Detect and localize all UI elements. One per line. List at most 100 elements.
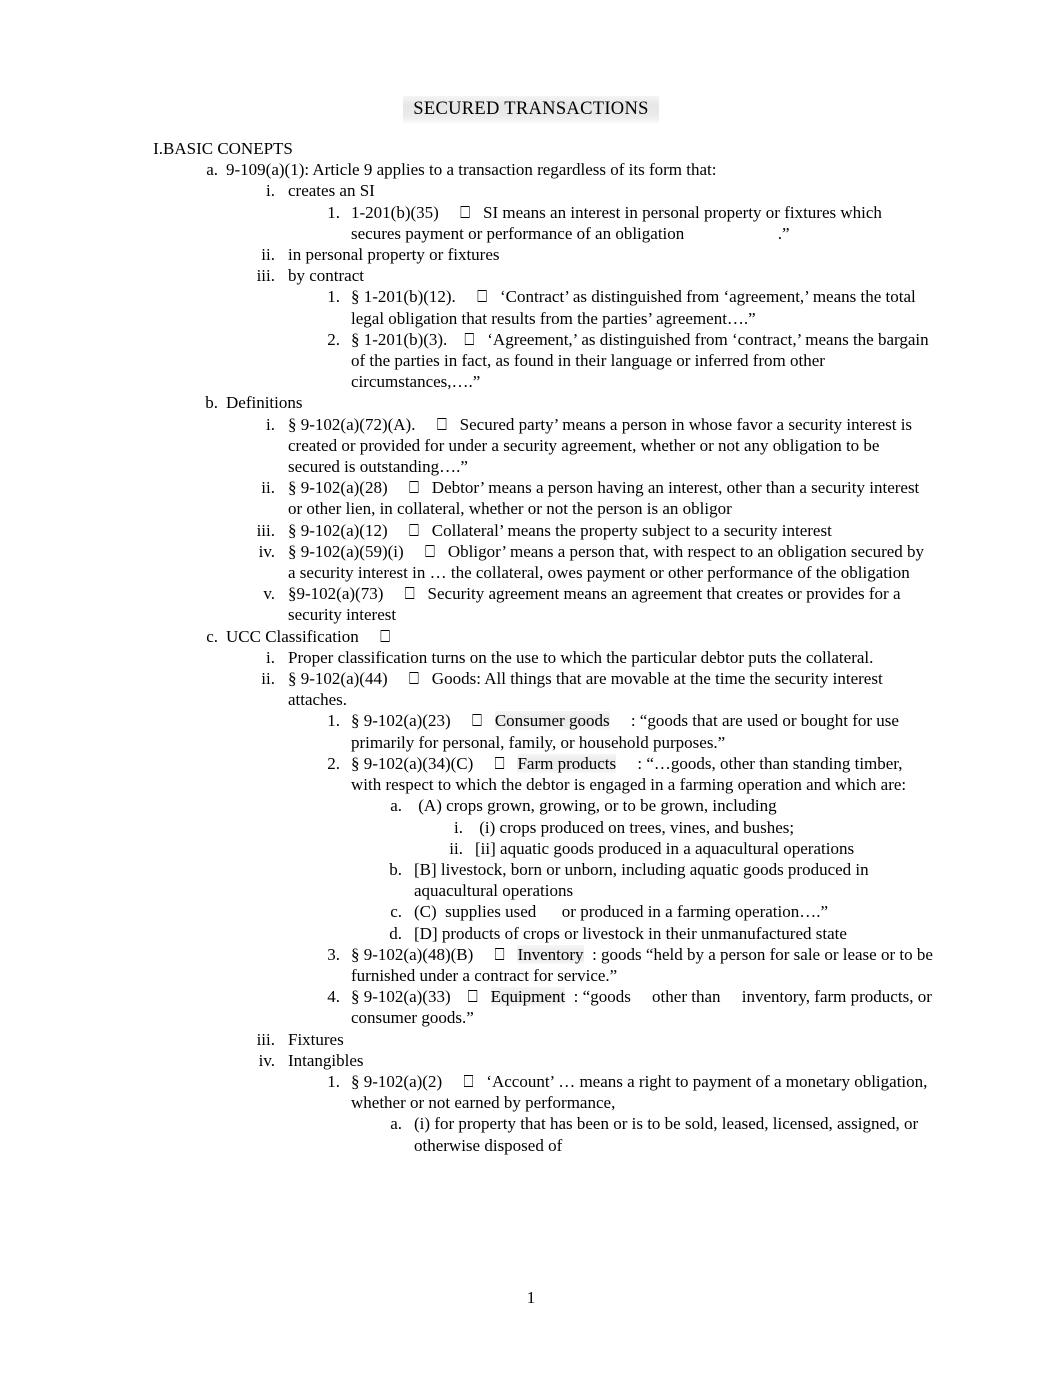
- outline-item-marker: i.: [266, 414, 275, 434]
- outline-item-text: [ii] aquatic goods produced in a aquacul…: [475, 838, 855, 858]
- outline-item-text: [B] livestock, born or unborn, including…: [414, 859, 873, 901]
- outline-item: ii. [ii] aquatic goods produced in a aqua…: [0, 838, 1062, 859]
- outline-item-marker: v.: [263, 584, 275, 604]
- outline-item-text: in personal property or fixtures: [288, 245, 500, 265]
- highlighted-term: Inventory: [517, 944, 584, 964]
- outline-item: a. (i) for property that has been or is t…: [0, 1113, 1062, 1155]
- outline-list: I. BASIC CONEPTS a. 9-109(a)(1): Article 9 …: [0, 138, 1062, 1156]
- outline-item-text: §9-102(a)(73) ⎕ Security agreement means…: [288, 584, 905, 625]
- outline-item-marker: 1.: [327, 711, 340, 731]
- outline-item: iii. Fixtures: [0, 1029, 1062, 1050]
- document-page: SECURED TRANSACTIONS I. BASIC CONEPTS a. 9-…: [0, 0, 1062, 1377]
- outline-item: iii. by contract: [0, 265, 1062, 286]
- outline-item-text: UCC Classification ⎕: [226, 626, 391, 646]
- outline-item-marker: iii.: [256, 520, 275, 540]
- outline-item-marker: ii.: [261, 478, 275, 498]
- outline-item-marker: c.: [390, 902, 402, 922]
- outline-item-marker: i.: [454, 817, 463, 837]
- outline-item: 2. § 1-201(b)(3). ⎕ ‘Agreement,’ as disti…: [0, 329, 1062, 393]
- outline-item-text: Intangibles: [288, 1050, 364, 1070]
- outline-item-text: § 9-102(a)(34)(C) ⎕ Farm products : “…go…: [340, 753, 936, 795]
- outline-item-text: § 9-102(a)(59)(i) ⎕ Obligor’ means a per…: [288, 541, 929, 583]
- outline-item-text: § 1-201(b)(3). ⎕ ‘Agreement,’ as disting…: [351, 329, 933, 392]
- outline-item: iv. § 9-102(a)(59)(i) ⎕ Obligor’ means a …: [0, 541, 1062, 583]
- outline-item-text: Definitions: [226, 393, 303, 413]
- page-title-text: SECURED TRANSACTIONS: [403, 96, 659, 123]
- highlighted-term: Equipment: [490, 987, 566, 1007]
- outline-item-marker: 2.: [327, 753, 340, 773]
- outline-item-marker: i.: [266, 647, 275, 667]
- outline-item-marker: 2.: [327, 329, 340, 349]
- outline-item-text: § 9-102(a)(2) ⎕ ‘Account’ … means a righ…: [351, 1071, 932, 1113]
- outline-item-text-pre: § 9-102(a)(23) ⎕: [351, 711, 495, 731]
- outline-item-text: [D] products of crops or livestock in th…: [414, 923, 847, 943]
- outline-item-marker: 4.: [327, 987, 340, 1007]
- outline-item-text-pre: § 9-102(a)(34)(C) ⎕: [351, 753, 518, 773]
- outline-item-marker: iii.: [256, 266, 275, 286]
- outline-item-marker: a.: [390, 1114, 402, 1134]
- outline-item-text: § 9-102(a)(28) ⎕ Debtor’ means a person …: [288, 478, 924, 519]
- outline-item-text: 1-201(b)(35) ⎕ SI means an interest in p…: [351, 202, 887, 243]
- outline-item-marker: 1.: [327, 287, 340, 307]
- outline-item-marker: iii.: [256, 1029, 275, 1049]
- outline-item-marker: iv.: [258, 1050, 275, 1070]
- outline-item-text: (i) for property that has been or is to …: [414, 1114, 923, 1155]
- outline-item-marker: iv.: [258, 541, 275, 561]
- outline-item-text: (i) crops produced on trees, vines, and …: [475, 817, 795, 837]
- outline-item: iv. Intangibles: [0, 1050, 1062, 1071]
- outline-item: 4. § 9-102(a)(33) ⎕ Equipment : “goods ot…: [0, 986, 1062, 1028]
- outline-item: ii. § 9-102(a)(28) ⎕ Debtor’ means a pers…: [0, 477, 1062, 519]
- outline-item-text: BASIC CONEPTS: [163, 139, 293, 158]
- outline-item: 1. § 1-201(b)(12). ⎕ ‘Contract’ as distin…: [0, 286, 1062, 328]
- outline-item: 2. § 9-102(a)(34)(C) ⎕ Farm products : “……: [0, 753, 1062, 795]
- highlighted-term: Consumer goods: [494, 711, 610, 731]
- outline-item-text-pre: § 9-102(a)(48)(B) ⎕: [351, 944, 518, 964]
- outline-item-marker: c.: [206, 626, 218, 646]
- outline-item: I. BASIC CONEPTS: [0, 138, 1062, 159]
- outline-item: 1. 1-201(b)(35) ⎕ SI means an interest in…: [0, 202, 1062, 244]
- outline-item-marker: ii.: [449, 838, 463, 858]
- outline-item: 1. § 9-102(a)(23) ⎕ Consumer goods : “goo…: [0, 710, 1062, 752]
- outline-item: i. Proper classification turns on the use…: [0, 647, 1062, 668]
- outline-item-marker: 1.: [327, 1071, 340, 1091]
- outline-item-text: § 9-102(a)(33) ⎕ Equipment : “goods othe…: [340, 986, 936, 1028]
- outline-item-text: § 9-102(a)(48)(B) ⎕ Inventory : goods “h…: [340, 944, 936, 986]
- outline-item-marker: b.: [205, 393, 218, 413]
- outline-item: c. (C) supplies used or produced in a far…: [0, 901, 1062, 922]
- outline-item: b. [B] livestock, born or unborn, includi…: [0, 859, 1062, 901]
- outline-item-text: Proper classification turns on the use t…: [288, 647, 874, 667]
- outline-item-text: 9-109(a)(1): Article 9 applies to a tran…: [226, 160, 717, 180]
- outline-item-marker: 3.: [327, 944, 340, 964]
- outline-item: b. Definitions: [0, 392, 1062, 413]
- outline-item-text: § 9-102(a)(12) ⎕ Collateral’ means the p…: [288, 520, 832, 540]
- outline-item: i. § 9-102(a)(72)(A). ⎕ Secured party’ me…: [0, 414, 1062, 478]
- outline-item-text: (A) crops grown, growing, or to be grown…: [414, 796, 777, 816]
- outline-item: d. [D] products of crops or livestock in …: [0, 923, 1062, 944]
- outline-item-marker: 1.: [327, 202, 340, 222]
- outline-item: a. 9-109(a)(1): Article 9 applies to a tr…: [0, 159, 1062, 180]
- outline-item-marker: d.: [389, 923, 402, 943]
- highlighted-term: Farm products: [517, 753, 617, 773]
- outline-item: v. §9-102(a)(73) ⎕ Security agreement mea…: [0, 583, 1062, 625]
- outline-item-text-pre: § 9-102(a)(33) ⎕: [351, 987, 491, 1007]
- outline-item-text: Fixtures: [288, 1029, 344, 1049]
- outline-item-marker: ii.: [261, 669, 275, 689]
- outline-item-marker: ii.: [261, 245, 275, 265]
- outline-item-text: creates an SI: [288, 181, 375, 201]
- outline-item-text: § 1-201(b)(12). ⎕ ‘Contract’ as distingu…: [351, 287, 920, 328]
- outline-item-text: (C) supplies used or produced in a farmi…: [414, 902, 829, 922]
- outline-item: a. (A) crops grown, growing, or to be gr…: [0, 795, 1062, 816]
- outline-item: 1. § 9-102(a)(2) ⎕ ‘Account’ … means a ri…: [0, 1071, 1062, 1113]
- outline-item-text: § 9-102(a)(44) ⎕ Goods: All things that …: [288, 669, 887, 710]
- outline-item-marker: a.: [390, 796, 402, 816]
- outline-item-text: § 9-102(a)(23) ⎕ Consumer goods : “goods…: [340, 710, 936, 752]
- outline-item: ii. in personal property or fixtures: [0, 244, 1062, 265]
- outline-item: c. UCC Classification ⎕: [0, 626, 1062, 647]
- outline-item: ii. § 9-102(a)(44) ⎕ Goods: All things th…: [0, 668, 1062, 710]
- outline-item-marker: i.: [266, 181, 275, 201]
- page-title: SECURED TRANSACTIONS: [0, 96, 1062, 123]
- outline-item-marker: a.: [206, 160, 218, 180]
- outline-item: 3. § 9-102(a)(48)(B) ⎕ Inventory : goods …: [0, 944, 1062, 986]
- outline-item-text: by contract: [288, 266, 364, 286]
- outline-item: i. (i) crops produced on trees, vines, a…: [0, 817, 1062, 838]
